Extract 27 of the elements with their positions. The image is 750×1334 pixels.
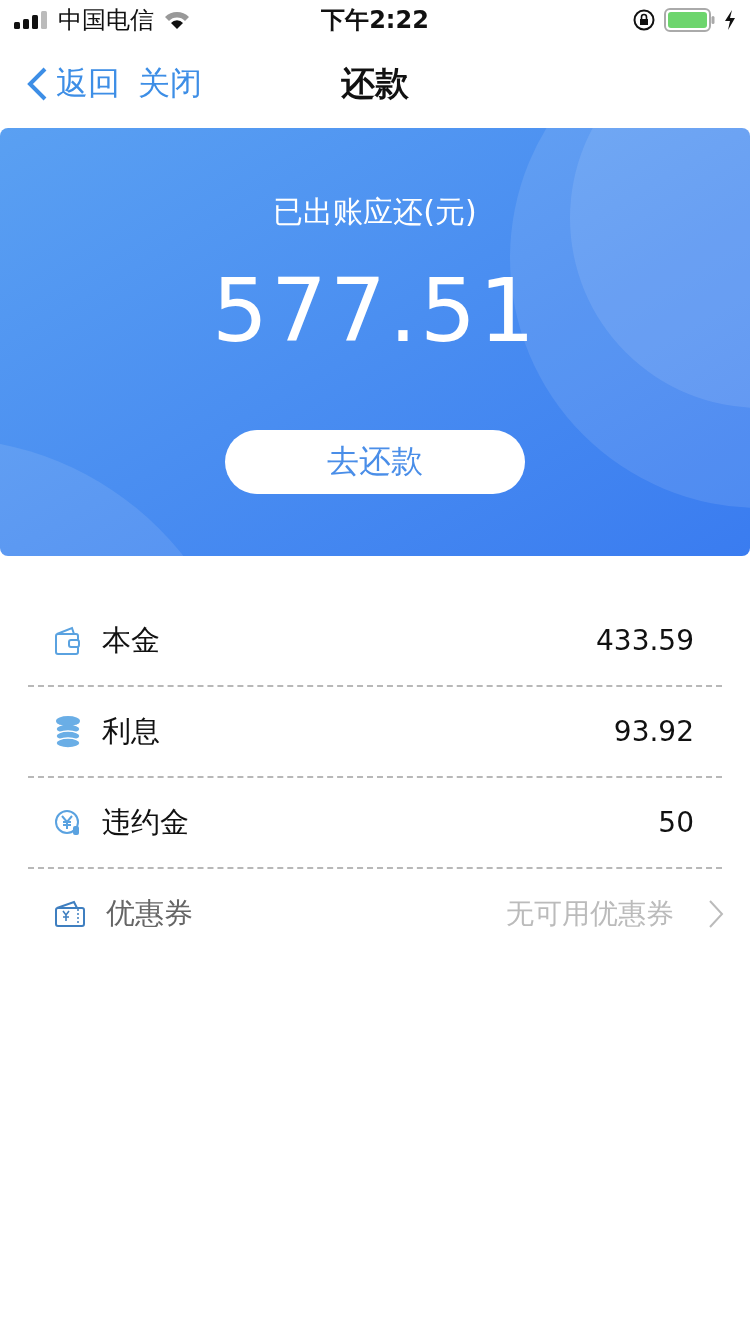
close-button[interactable]: 关闭 (138, 62, 202, 106)
coupon-icon (54, 898, 86, 929)
yen-coin-icon (54, 807, 82, 838)
coin-stack-icon (54, 714, 82, 749)
item-amount: 433.59 (596, 624, 694, 657)
chevron-right-icon[interactable] (708, 898, 724, 929)
charging-icon (724, 10, 736, 30)
carrier-name: 中国电信 (58, 5, 154, 36)
item-label: 违约金 (102, 803, 189, 841)
coupon-label: 优惠券 (106, 894, 193, 932)
item-label: 利息 (102, 712, 160, 750)
rotation-lock-icon (632, 8, 656, 32)
repay-button[interactable]: 去还款 (225, 430, 525, 494)
wifi-icon (164, 11, 190, 29)
page-title: 还款 (341, 62, 409, 105)
wallet-icon (54, 625, 82, 656)
item-label: 本金 (102, 621, 160, 659)
status-time: 下午2:22 (321, 5, 429, 36)
back-button[interactable]: 返回 (26, 62, 120, 106)
amount-label: 已出账应还(元) (273, 193, 477, 231)
coupon-status: 无可用优惠券 (506, 895, 674, 932)
signal-icon (14, 11, 48, 29)
battery-icon (664, 8, 716, 32)
item-amount: 50 (658, 806, 694, 839)
chevron-left-icon (26, 67, 48, 101)
item-amount: 93.92 (613, 715, 694, 748)
amount-due: 577.51 (212, 259, 538, 362)
